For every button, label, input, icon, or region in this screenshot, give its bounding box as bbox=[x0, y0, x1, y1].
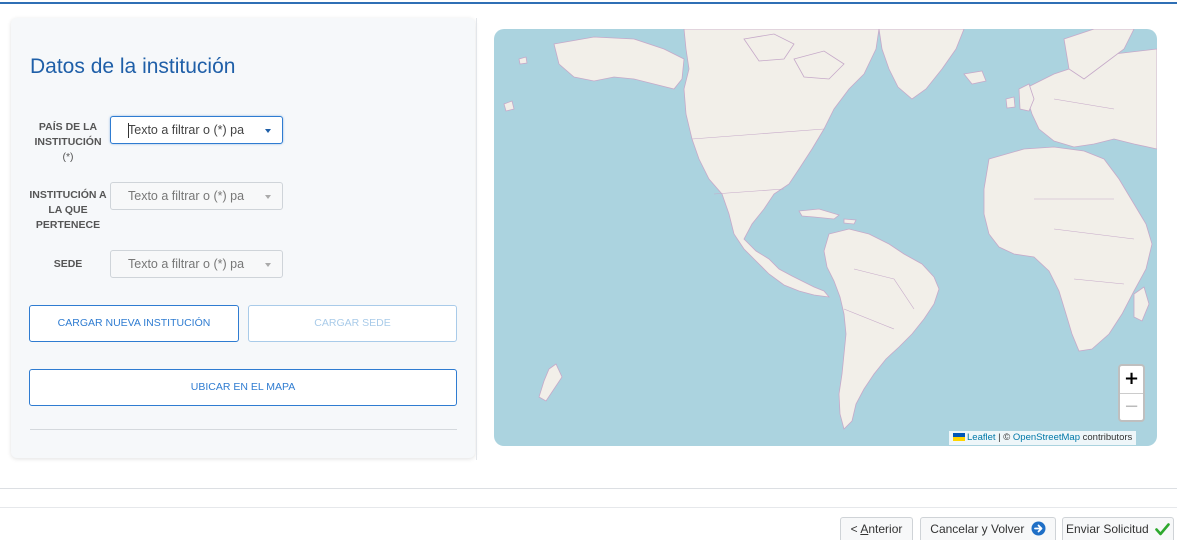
zoom-in-button[interactable]: + bbox=[1120, 366, 1143, 392]
ukraine-flag-icon bbox=[953, 433, 965, 441]
page-title: Datos de la institución bbox=[30, 55, 236, 78]
attribution-separator: | © bbox=[995, 432, 1013, 443]
new-institution-button[interactable]: CARGAR NUEVA INSTITUCIÓN bbox=[29, 305, 239, 342]
map-view[interactable] bbox=[494, 29, 1157, 446]
site-label-text: SEDE bbox=[53, 258, 83, 270]
form-divider bbox=[30, 429, 457, 430]
circle-arrow-icon bbox=[1031, 521, 1046, 540]
send-label: Enviar Solicitud bbox=[1065, 522, 1149, 536]
app-window: Datos de la institución PAÍS DE LA INSTI… bbox=[0, 0, 1177, 540]
institution-label: INSTITUCIÓN A LA QUE PERTENECE bbox=[29, 188, 107, 233]
chevron-down-icon[interactable] bbox=[265, 129, 271, 133]
site-label: SEDE bbox=[29, 257, 107, 272]
institution-placeholder: Texto a filtrar o (*) pa bbox=[128, 189, 245, 203]
previous-label: nterior bbox=[868, 522, 903, 536]
site-placeholder: Texto a filtrar o (*) pa bbox=[128, 257, 245, 271]
cancel-and-return-button[interactable]: Cancelar y Volver bbox=[920, 517, 1056, 540]
send-request-button[interactable]: Enviar Solicitud bbox=[1062, 517, 1174, 540]
institution-label-text: INSTITUCIÓN A LA QUE PERTENECE bbox=[29, 189, 107, 231]
checkmark-icon bbox=[1155, 521, 1170, 540]
previous-prefix: < bbox=[850, 522, 861, 536]
zoom-out-button[interactable]: − bbox=[1120, 393, 1143, 419]
site-select[interactable]: Texto a filtrar o (*) pa bbox=[110, 250, 283, 278]
text-cursor bbox=[128, 123, 129, 138]
footer-divider-top bbox=[0, 488, 1177, 489]
institution-select[interactable]: Texto a filtrar o (*) pa bbox=[110, 182, 283, 210]
previous-button[interactable]: < Anterior bbox=[840, 517, 913, 540]
country-required-mark: (*) bbox=[62, 151, 74, 163]
chevron-down-icon[interactable] bbox=[265, 263, 271, 267]
chevron-down-icon[interactable] bbox=[265, 195, 271, 199]
footer-divider-bottom bbox=[0, 507, 1177, 508]
country-label-text: PAÍS DE LA INSTITUCIÓN bbox=[34, 121, 102, 148]
osm-link[interactable]: OpenStreetMap bbox=[1013, 432, 1080, 443]
locate-on-map-button[interactable]: UBICAR EN EL MAPA bbox=[29, 369, 457, 406]
vertical-divider bbox=[476, 18, 477, 460]
load-site-button[interactable]: CARGAR SEDE bbox=[248, 305, 457, 342]
country-placeholder: Texto a filtrar o (*) pa bbox=[128, 123, 245, 137]
top-bar bbox=[0, 0, 1177, 4]
map-attribution: Leaflet | © OpenStreetMap contributors bbox=[949, 431, 1137, 445]
cancel-label: Cancelar y Volver bbox=[930, 522, 1025, 536]
attribution-suffix: contributors bbox=[1080, 432, 1133, 443]
country-select[interactable]: Texto a filtrar o (*) pa bbox=[110, 116, 283, 144]
country-label: PAÍS DE LA INSTITUCIÓN (*) bbox=[29, 120, 107, 165]
zoom-control: + − bbox=[1118, 364, 1145, 422]
world-map[interactable] bbox=[494, 29, 1157, 446]
leaflet-link[interactable]: Leaflet bbox=[967, 432, 996, 443]
